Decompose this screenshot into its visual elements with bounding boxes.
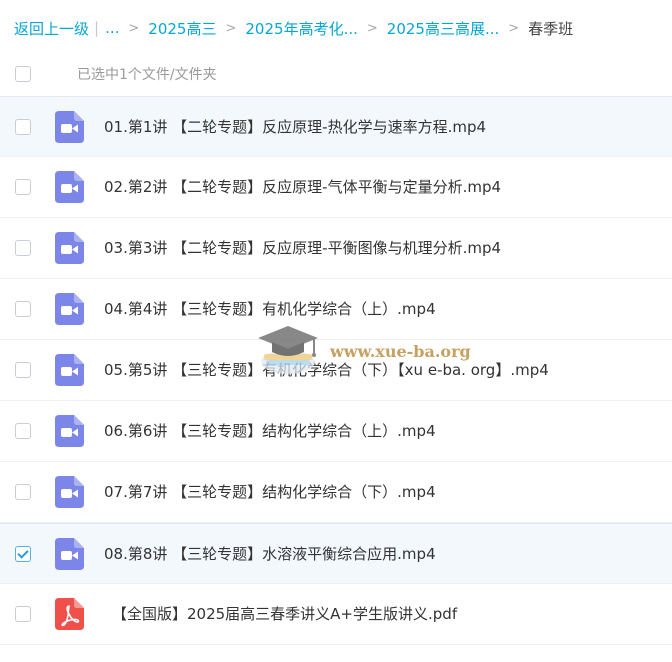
file-name[interactable]: 08.第8讲 【三轮专题】水溶液平衡综合应用.mp4 <box>104 524 436 584</box>
row-checkbox[interactable] <box>15 119 31 135</box>
pdf-file-icon <box>55 598 84 630</box>
file-name[interactable]: 07.第7讲 【三轮专题】结构化学综合（下）.mp4 <box>104 462 436 522</box>
breadcrumb-item[interactable]: 2025高三高展... <box>387 18 499 39</box>
row-checkbox[interactable] <box>15 179 31 195</box>
select-all-checkbox[interactable] <box>15 66 31 82</box>
file-row[interactable]: 【全国版】2025届高三春季讲义A+学生版讲义.pdf <box>0 584 672 645</box>
file-row[interactable]: 01.第1讲 【二轮专题】反应原理-热化学与速率方程.mp4 <box>0 96 672 157</box>
file-name[interactable]: 【全国版】2025届高三春季讲义A+学生版讲义.pdf <box>112 584 457 644</box>
chevron-right-icon: > <box>508 20 520 36</box>
video-file-icon <box>55 354 84 386</box>
file-row[interactable]: 07.第7讲 【三轮专题】结构化学综合（下）.mp4 <box>0 462 672 523</box>
breadcrumb-item[interactable]: 2025高三 <box>148 18 216 39</box>
file-row[interactable]: 03.第3讲 【二轮专题】反应原理-平衡图像与机理分析.mp4 <box>0 218 672 279</box>
file-row[interactable]: 08.第8讲 【三轮专题】水溶液平衡综合应用.mp4 <box>0 523 672 584</box>
breadcrumb-item[interactable]: 2025年高考化... <box>245 18 357 39</box>
breadcrumb-ellipsis[interactable]: ... <box>105 19 119 37</box>
row-checkbox[interactable] <box>15 423 31 439</box>
file-row[interactable]: 04.第4讲 【三轮专题】有机化学综合（上）.mp4 <box>0 279 672 340</box>
row-checkbox[interactable] <box>15 362 31 378</box>
file-name[interactable]: 03.第3讲 【二轮专题】反应原理-平衡图像与机理分析.mp4 <box>104 218 501 278</box>
file-list: 01.第1讲 【二轮专题】反应原理-热化学与速率方程.mp4 02.第2讲 【二… <box>0 96 672 645</box>
file-name[interactable]: 06.第6讲 【三轮专题】结构化学综合（上）.mp4 <box>104 401 436 461</box>
chevron-right-icon: > <box>225 20 237 36</box>
file-row[interactable]: 06.第6讲 【三轮专题】结构化学综合（上）.mp4 <box>0 401 672 462</box>
row-checkbox[interactable] <box>15 240 31 256</box>
selection-status: 已选中1个文件/文件夹 <box>77 67 217 83</box>
video-file-icon <box>55 476 84 508</box>
file-row[interactable]: 02.第2讲 【二轮专题】反应原理-气体平衡与定量分析.mp4 <box>0 157 672 218</box>
row-checkbox[interactable] <box>15 484 31 500</box>
video-file-icon <box>55 415 84 447</box>
video-file-icon <box>55 538 84 570</box>
file-name[interactable]: 04.第4讲 【三轮专题】有机化学综合（上）.mp4 <box>104 279 436 339</box>
file-name[interactable]: 02.第2讲 【二轮专题】反应原理-气体平衡与定量分析.mp4 <box>104 157 501 217</box>
breadcrumb-current: 春季班 <box>528 19 574 38</box>
file-row[interactable]: 05.第5讲 【三轮专题】有机化学综合（下）【xu e-ba. org】.mp4 <box>0 340 672 401</box>
chevron-right-icon: > <box>366 20 378 36</box>
row-checkbox[interactable] <box>15 606 31 622</box>
selection-bar: 已选中1个文件/文件夹 <box>0 54 672 94</box>
video-file-icon <box>55 111 84 143</box>
breadcrumb-divider: | <box>94 19 100 37</box>
row-checkbox[interactable] <box>15 301 31 317</box>
back-link[interactable]: 返回上一级 <box>14 18 89 39</box>
row-checkbox-checked[interactable] <box>15 546 31 562</box>
file-name[interactable]: 05.第5讲 【三轮专题】有机化学综合（下）【xu e-ba. org】.mp4 <box>104 340 549 400</box>
chevron-right-icon: > <box>128 20 140 36</box>
video-file-icon <box>55 232 84 264</box>
breadcrumb: 返回上一级 | ... > 2025高三 > 2025年高考化... > 202… <box>14 14 573 42</box>
video-file-icon <box>55 171 84 203</box>
file-name[interactable]: 01.第1讲 【二轮专题】反应原理-热化学与速率方程.mp4 <box>104 97 486 157</box>
video-file-icon <box>55 293 84 325</box>
file-browser: 返回上一级 | ... > 2025高三 > 2025年高考化... > 202… <box>0 0 672 662</box>
